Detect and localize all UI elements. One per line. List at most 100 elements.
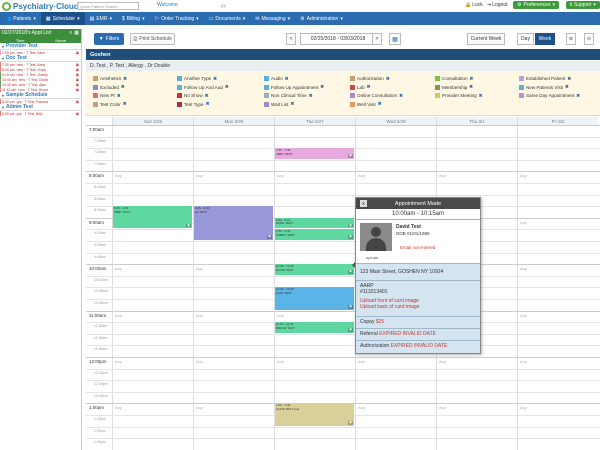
any-provider-slot[interactable]: Any bbox=[196, 173, 203, 178]
remove-filter-icon[interactable]: ✖ bbox=[225, 84, 229, 90]
legend-item[interactable]: Online Consultation✖ bbox=[350, 92, 403, 99]
any-provider-slot[interactable]: Any bbox=[520, 220, 527, 225]
any-provider-slot[interactable]: Any bbox=[520, 173, 527, 178]
provider-group-header[interactable]: ▾Sample Schedule bbox=[0, 92, 81, 99]
any-provider-slot[interactable]: Any bbox=[520, 405, 527, 410]
remove-filter-icon[interactable]: ✖ bbox=[399, 93, 403, 99]
time-slot[interactable] bbox=[86, 137, 600, 149]
remove-filter-icon[interactable]: ✖ bbox=[206, 101, 210, 107]
remove-filter-icon[interactable]: ✖ bbox=[378, 101, 382, 107]
time-slot[interactable] bbox=[86, 160, 600, 172]
quick-patient-search-input[interactable]: Quick Patient Search bbox=[77, 2, 139, 10]
legend-item[interactable]: Provider Meeting✖ bbox=[435, 92, 483, 99]
legend-item[interactable]: Test Color✖ bbox=[93, 101, 127, 108]
remove-filter-icon[interactable]: ✖ bbox=[565, 84, 569, 90]
support-button[interactable]: ℹSupport▾ bbox=[566, 1, 600, 9]
remove-filter-icon[interactable]: ✖ bbox=[469, 84, 473, 90]
legend-item[interactable]: Wait List✖ bbox=[264, 101, 294, 108]
legend-item[interactable]: Same Day Appointment✖ bbox=[519, 92, 580, 99]
upload-card-back-link[interactable]: Upload back of card image bbox=[360, 304, 476, 310]
list-icon[interactable]: ≡ bbox=[69, 30, 72, 36]
legend-item[interactable]: Aesthetics✖ bbox=[93, 75, 127, 82]
time-slot[interactable] bbox=[86, 345, 600, 357]
appointment-block[interactable]: 11:15 - 11:30BRUCE TEST▣ bbox=[275, 322, 354, 333]
date-range-display[interactable]: 02/25/2018 - 03/03/2018 bbox=[300, 33, 376, 45]
remove-filter-icon[interactable]: ✖ bbox=[367, 84, 371, 90]
remove-filter-icon[interactable]: ✖ bbox=[567, 76, 571, 82]
day-view-button[interactable]: Day bbox=[517, 33, 534, 45]
appointment-list-row[interactable]: 1:00 pmnew · T Test, Alice▣ bbox=[0, 50, 81, 55]
day-header[interactable]: Wed 2/28 bbox=[355, 117, 436, 125]
appointment-block[interactable]: 7:30 - 7:45ABBY TEST▣ bbox=[275, 148, 354, 159]
any-provider-slot[interactable]: Any bbox=[196, 359, 203, 364]
time-slot[interactable] bbox=[86, 276, 600, 288]
any-provider-slot[interactable]: Any bbox=[439, 405, 446, 410]
print-schedule-button[interactable]: ⎙Print Schedule bbox=[130, 33, 175, 45]
any-provider-slot[interactable]: Any bbox=[277, 173, 284, 178]
col-name[interactable]: Name bbox=[41, 38, 82, 43]
appointment-list-row[interactable]: 6:30 pmgrp · T Test, Pamela▣ bbox=[0, 99, 81, 104]
legend-item[interactable]: Lab✖ bbox=[350, 84, 371, 91]
time-slot[interactable] bbox=[86, 241, 600, 253]
legend-item[interactable]: Follow Up Appointment✖ bbox=[264, 84, 324, 91]
current-week-button[interactable]: Current Week bbox=[467, 33, 505, 45]
authorization-row[interactable]: Authorization EXPIRED INVALID DATE bbox=[356, 340, 480, 352]
time-slot[interactable] bbox=[86, 427, 600, 439]
calendar-icon[interactable]: ▦ bbox=[74, 30, 79, 36]
any-provider-slot[interactable]: Any bbox=[115, 405, 122, 410]
appointment-block[interactable]: 8:45 - 9:30AL TEST▣ bbox=[194, 206, 273, 240]
zoom-in-button[interactable]: ⊕ bbox=[566, 33, 576, 45]
any-provider-slot[interactable]: Any bbox=[115, 173, 122, 178]
remove-filter-icon[interactable]: ✖ bbox=[285, 76, 289, 82]
provider-group-header[interactable]: ▾Admin Test bbox=[0, 104, 81, 111]
legend-item[interactable]: Non Clinical Time✖ bbox=[264, 92, 313, 99]
any-provider-slot[interactable]: Any bbox=[196, 266, 203, 271]
any-provider-slot[interactable]: Any bbox=[358, 359, 365, 364]
remove-filter-icon[interactable]: ✖ bbox=[470, 76, 474, 82]
lock-button[interactable]: 🔒Lock bbox=[465, 2, 483, 8]
next-week-button[interactable]: > bbox=[372, 33, 382, 45]
any-provider-slot[interactable]: Any bbox=[196, 313, 203, 318]
col-time[interactable]: Time bbox=[0, 38, 41, 43]
provider-group-header[interactable]: ▾Provider Test bbox=[0, 43, 81, 50]
patient-name[interactable]: David Test bbox=[396, 224, 421, 230]
day-header[interactable]: Mon 2/26 bbox=[193, 117, 274, 125]
legend-item[interactable]: No Show✖ bbox=[177, 92, 209, 99]
any-provider-slot[interactable]: Any bbox=[196, 405, 203, 410]
nav-order-tracking[interactable]: ⚐Order Tracking▾ bbox=[150, 12, 204, 25]
remove-filter-icon[interactable]: ✖ bbox=[213, 76, 217, 82]
appointment-block[interactable]: 10:00 - 10:15DAVID TEST▣ bbox=[275, 264, 354, 275]
nav-scheduler[interactable]: ▦Scheduler▾ bbox=[41, 12, 85, 25]
remove-filter-icon[interactable]: ✖ bbox=[123, 76, 127, 82]
logout-button[interactable]: ⇥Logout bbox=[487, 2, 508, 8]
appointment-list-row[interactable]: 6:30 pmgrp · T Test, Billy▣ bbox=[0, 111, 81, 116]
notification-count[interactable]: (0) bbox=[221, 3, 226, 8]
time-slot[interactable] bbox=[86, 380, 600, 392]
time-slot[interactable] bbox=[86, 125, 600, 137]
day-header[interactable]: Thu 3/1 bbox=[436, 117, 517, 125]
nav-emr[interactable]: ▤EMR▾ bbox=[85, 12, 117, 25]
legend-item[interactable]: Authorization✖ bbox=[350, 75, 390, 82]
nav-patients[interactable]: 👥Patients▾ bbox=[0, 12, 41, 25]
any-provider-slot[interactable]: Any bbox=[520, 266, 527, 271]
remove-filter-icon[interactable]: ✖ bbox=[123, 101, 127, 107]
remove-filter-icon[interactable]: ✖ bbox=[320, 84, 324, 90]
calendar-picker-button[interactable]: ▦ bbox=[389, 33, 401, 45]
remove-filter-icon[interactable]: ✖ bbox=[290, 101, 294, 107]
remove-filter-icon[interactable]: ✖ bbox=[121, 84, 125, 90]
remove-filter-icon[interactable]: ✖ bbox=[386, 76, 390, 82]
day-header[interactable]: Sun 2/25 bbox=[112, 117, 193, 125]
time-slot[interactable] bbox=[86, 334, 600, 346]
any-provider-slot[interactable]: Any bbox=[115, 313, 122, 318]
app-logo[interactable]: Psychiatry·Cloud bbox=[2, 1, 79, 11]
appointment-block[interactable]: 10:30 - 10:45AJAX TEST▣ bbox=[275, 287, 354, 309]
appointment-block[interactable]: 9:15 - 9:30GABBY TEST▣ bbox=[275, 229, 354, 240]
any-provider-slot[interactable]: Any bbox=[277, 359, 284, 364]
legend-item[interactable]: Established Patient✖ bbox=[519, 75, 571, 82]
any-provider-slot[interactable]: Any bbox=[439, 173, 446, 178]
provider-group-header[interactable]: ▾Doc Test bbox=[0, 55, 81, 62]
prev-week-button[interactable]: < bbox=[286, 33, 296, 45]
remove-filter-icon[interactable]: ✖ bbox=[309, 93, 313, 99]
legend-item[interactable]: Follow Up And Aud✖ bbox=[177, 84, 229, 91]
any-provider-slot[interactable]: Any bbox=[358, 405, 365, 410]
